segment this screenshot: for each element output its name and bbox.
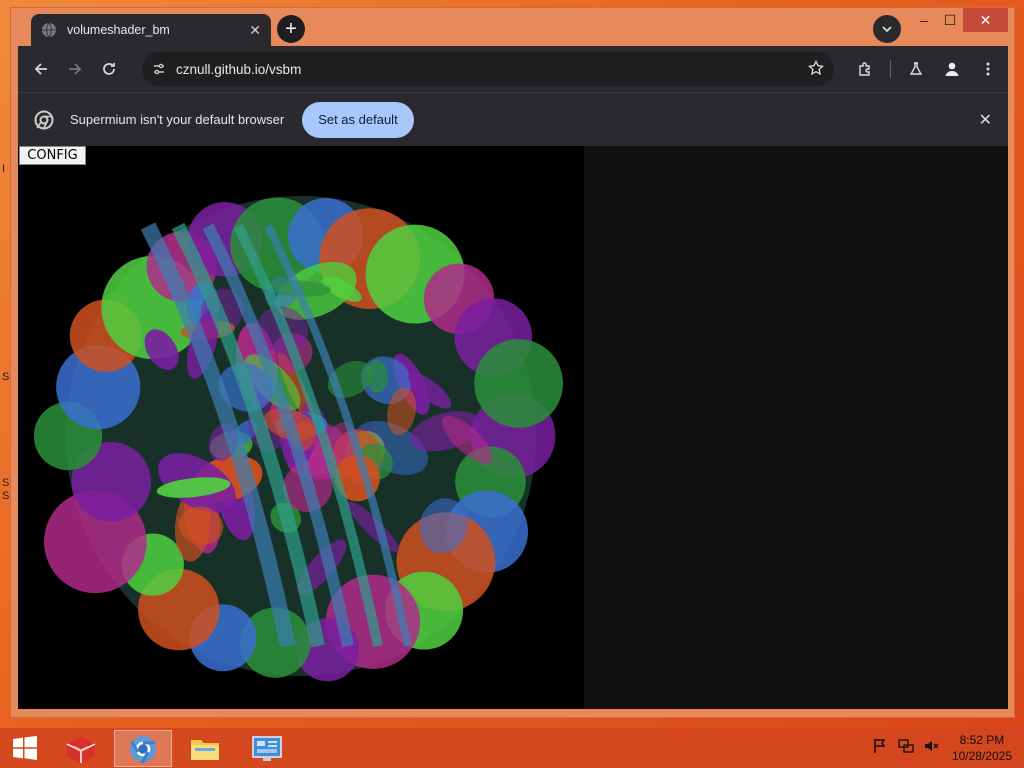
maximize-button[interactable]: ☐ (937, 8, 963, 32)
new-tab-button[interactable]: + (277, 15, 305, 43)
tab-strip: volumeshader_bm ✕ + – ☐ ✕ (11, 8, 1014, 46)
tab-search-button[interactable] (873, 15, 901, 43)
url-text: cznull.github.io/vsbm (176, 61, 302, 77)
set-as-default-button[interactable]: Set as default (302, 101, 414, 138)
windows-logo-icon (13, 736, 37, 760)
network-icon[interactable] (898, 738, 914, 754)
infobar-close-icon[interactable]: ✕ (979, 110, 992, 130)
profile-button[interactable] (935, 52, 969, 86)
fractal-render (33, 196, 563, 682)
browser-toolbar: cznull.github.io/vsbm (18, 46, 1008, 92)
site-settings-icon[interactable] (152, 62, 166, 76)
taskbar-app-explorer[interactable] (176, 730, 234, 767)
taskbar-clock[interactable]: 8:52 PM 10/28/2025 (952, 732, 1012, 764)
close-window-button[interactable]: ✕ (963, 8, 1008, 32)
back-button[interactable] (24, 52, 58, 86)
supermium-logo-icon (34, 110, 54, 129)
forward-button[interactable] (58, 52, 92, 86)
profile-icon (945, 62, 959, 76)
reload-button[interactable] (92, 52, 126, 86)
tab-close-icon[interactable]: ✕ (249, 22, 261, 39)
default-browser-infobar: Supermium isn't your default browser Set… (18, 92, 1008, 146)
desktop-edge-glyph: S (2, 490, 10, 502)
toolbar-divider (890, 60, 891, 78)
system-tray (872, 738, 940, 754)
desktop-edge-glyph: I (2, 163, 6, 175)
volume-muted-icon[interactable] (924, 738, 940, 754)
address-bar[interactable]: cznull.github.io/vsbm (142, 52, 834, 86)
red-app-icon (66, 736, 96, 763)
extensions-button[interactable] (848, 52, 882, 86)
clock-time: 8:52 PM (959, 733, 1005, 747)
arrow-left-icon (34, 63, 47, 75)
config-button[interactable]: CONFIG (19, 146, 86, 165)
labs-button[interactable] (899, 52, 933, 86)
taskbar-app-red[interactable] (52, 730, 110, 767)
flask-icon (909, 62, 923, 75)
chevron-down-icon (882, 26, 892, 33)
kebab-menu-icon (986, 62, 990, 76)
desktop-edge-glyph: S (2, 477, 10, 489)
toolbar-actions (848, 52, 1005, 86)
action-center-flag-icon[interactable] (872, 738, 888, 754)
minimize-button[interactable]: – (911, 8, 937, 32)
clock-date: 10/28/2025 (951, 749, 1012, 763)
control-panel-icon (252, 735, 282, 761)
taskbar-app-control-panel[interactable] (238, 730, 296, 767)
arrow-right-icon (69, 63, 82, 75)
infobar-message: Supermium isn't your default browser (70, 112, 285, 127)
taskbar-app-browser[interactable] (114, 730, 172, 767)
browser-window: volumeshader_bm ✕ + – ☐ ✕ cznull.github.… (10, 7, 1015, 718)
puzzle-icon (859, 62, 870, 76)
start-button[interactable] (0, 728, 50, 768)
menu-button[interactable] (971, 52, 1005, 86)
page-content: CONFIG (18, 146, 1008, 709)
folder-icon (191, 739, 219, 760)
bookmark-star-icon[interactable] (808, 59, 824, 79)
desktop-edge-glyph: S (2, 371, 10, 383)
globe-icon (42, 22, 56, 38)
shader-canvas[interactable] (18, 146, 584, 709)
tab-title: volumeshader_bm (67, 23, 170, 37)
tab-volumeshader[interactable]: volumeshader_bm ✕ (31, 14, 271, 46)
taskbar: 8:52 PM 10/28/2025 (0, 728, 1024, 768)
reload-icon (103, 63, 115, 75)
browser-icon (130, 735, 156, 764)
